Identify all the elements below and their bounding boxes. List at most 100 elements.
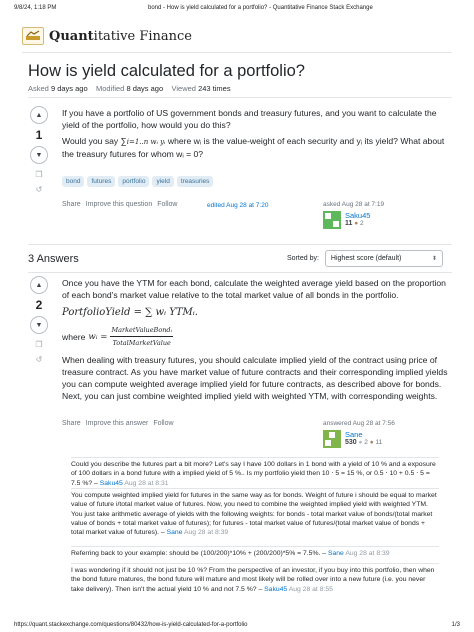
tag-treasuries[interactable]: treasuries (176, 176, 214, 187)
comment-text: You compute weighted implied yield for f… (71, 492, 437, 537)
weight-denominator: TotalMarketValue (112, 339, 171, 347)
comment-date[interactable]: Aug 28 at 8:39 (345, 550, 389, 557)
tag-portfolio[interactable]: portfolio (118, 176, 150, 187)
weight-fraction: MarketValueBondᵢ TotalMarketValue (110, 324, 173, 349)
answer-paragraph-2: When dealing with treasury futures, you … (62, 355, 448, 401)
share-question-link[interactable]: Share (62, 201, 81, 208)
modified-value[interactable]: 8 days ago (126, 84, 163, 93)
comment-date[interactable]: Aug 28 at 8:31 (124, 480, 168, 487)
site-name-bold: Quant (49, 28, 94, 44)
header-divider (22, 52, 452, 53)
upvote-button[interactable]: ▲ (30, 106, 48, 124)
site-name[interactable]: Quantitative Finance (49, 29, 192, 44)
quant-finance-logo-icon[interactable] (22, 27, 44, 45)
bookmark-icon[interactable]: ❒ (35, 170, 42, 179)
question-p2-prefix: Would you say ∑ (62, 136, 127, 146)
question-body: If you have a portfolio of US government… (62, 107, 452, 160)
sort-select[interactable]: Highest score (default) ⬍ (324, 250, 443, 267)
asker-reputation: 11 (345, 220, 353, 227)
sort-label: Sorted by: (287, 255, 319, 262)
logo-graphic (26, 30, 40, 40)
comment-text: I was wondering if it should not just be… (71, 567, 435, 593)
weight-numerator: MarketValueBondᵢ (110, 324, 173, 337)
avatar[interactable] (323, 430, 341, 448)
tag-futures[interactable]: futures (87, 176, 116, 187)
upvote-icon: ▲ (35, 281, 43, 289)
asker-user-card: asked Aug 28 at 7:19 Saku45 11 ● 2 (323, 201, 443, 229)
tag-bond[interactable]: bond (62, 176, 85, 187)
comment-item: You compute weighted implied yield for f… (71, 488, 439, 537)
question-paragraph-1: If you have a portfolio of US government… (62, 108, 437, 130)
improve-answer-link[interactable]: Improve this answer (86, 420, 149, 427)
answers-heading: 3 Answers (28, 253, 79, 265)
sort-value: Highest score (default) (330, 255, 402, 262)
asked-timestamp: asked Aug 28 at 7:19 (323, 201, 385, 208)
question-vote-column: ▲ 1 ▼ ❒ ↺ (28, 106, 50, 194)
answer-vote-column: ▲ 2 ▼ ❒ ↺ (28, 276, 50, 364)
answer-body: Once you have the YTM for each bond, cal… (62, 277, 452, 402)
asker-bronze-count: 2 (359, 220, 364, 227)
answerer-bronze-count: 11 (375, 439, 383, 446)
avatar[interactable] (323, 211, 341, 229)
viewed-value: 243 times (198, 84, 231, 93)
asked-value: 9 days ago (50, 84, 88, 93)
answerer-user-card: answered Aug 28 at 7:56 Sane 530 ● 2 ● 1… (323, 420, 443, 448)
answers-divider (28, 272, 452, 273)
meta-divider (28, 97, 452, 98)
answer-post-menu: Share Improve this answer Follow (62, 420, 179, 427)
comment-date[interactable]: Aug 28 at 8:39 (184, 529, 228, 536)
where-label: where (62, 331, 86, 342)
print-datetime: 9/8/24, 1:18 PM (14, 5, 57, 11)
tag-yield[interactable]: yield (152, 176, 174, 187)
improve-question-link[interactable]: Improve this question (86, 201, 153, 208)
site-name-rest: itative Finance (93, 28, 192, 44)
question-paragraph-2: Would you say ∑i=1..n wᵢ yᵢ where wᵢ is … (62, 135, 452, 160)
answer-vote-count: 2 (35, 298, 43, 312)
answer-downvote-button[interactable]: ▼ (30, 316, 48, 334)
follow-answer-link[interactable]: Follow (153, 420, 173, 427)
share-answer-link[interactable]: Share (62, 420, 81, 427)
comment-user[interactable]: Saku45 (264, 586, 287, 593)
asked-label: Asked (28, 84, 49, 93)
print-footer-url: https://quant.stackexchange.com/question… (14, 622, 248, 628)
downvote-icon: ▼ (35, 151, 43, 159)
question-title[interactable]: How is yield calculated for a portfolio? (28, 62, 305, 81)
bronze-badge-icon: ● (354, 220, 359, 227)
bookmark-icon[interactable]: ❒ (35, 340, 42, 349)
bronze-badge-icon: ● (369, 439, 374, 446)
site-header: Quantitative Finance (22, 24, 192, 48)
print-page-title: bond - How is yield calculated for a por… (148, 5, 373, 11)
comment-user[interactable]: Sane (167, 529, 183, 536)
upvote-icon: ▲ (35, 111, 43, 119)
answer-paragraph-1: Once you have the YTM for each bond, cal… (62, 278, 446, 300)
asker-username[interactable]: Saku45 (345, 211, 370, 220)
comment-item: Referring back to your example: should b… (71, 546, 439, 558)
answer-formula-1: PortfolioYield = ∑ wᵢ YTMᵢ. (62, 307, 198, 318)
sort-control: Sorted by: Highest score (default) ⬍ (287, 250, 443, 267)
answerer-reputation: 530 (345, 439, 357, 446)
answer-upvote-button[interactable]: ▲ (30, 276, 48, 294)
comment-date[interactable]: Aug 28 at 8:55 (289, 586, 333, 593)
weight-lhs: wᵢ = (88, 331, 108, 342)
question-meta: Asked 9 days ago Modified 8 days ago Vie… (28, 84, 231, 93)
follow-question-link[interactable]: Follow (157, 201, 177, 208)
edited-link[interactable]: edited Aug 28 at 7:20 (207, 202, 268, 209)
modified-label: Modified (96, 84, 125, 93)
answer-formula-2: where wᵢ = MarketValueBondᵢ TotalMarketV… (62, 324, 452, 349)
downvote-button[interactable]: ▼ (30, 146, 48, 164)
comment-item: Could you describe the futures part a bi… (71, 457, 439, 488)
answers-top-divider (28, 244, 452, 245)
answered-timestamp: answered Aug 28 at 7:56 (323, 420, 395, 427)
sort-arrows-icon: ⬍ (431, 256, 437, 262)
tag-list: bond futures portfolio yield treasuries (62, 170, 216, 188)
comment-user[interactable]: Saku45 (100, 480, 123, 487)
silver-badge-icon: ● (358, 439, 363, 446)
answerer-username[interactable]: Sane (345, 430, 382, 439)
comment-user[interactable]: Sane (328, 550, 344, 557)
history-icon[interactable]: ↺ (36, 185, 43, 194)
comment-text: Referring back to your example: should b… (71, 550, 327, 557)
question-vote-count: 1 (35, 128, 43, 142)
history-icon[interactable]: ↺ (36, 355, 43, 364)
comment-item: I was wondering if it should not just be… (71, 563, 439, 594)
viewed-label: Viewed (171, 84, 196, 93)
